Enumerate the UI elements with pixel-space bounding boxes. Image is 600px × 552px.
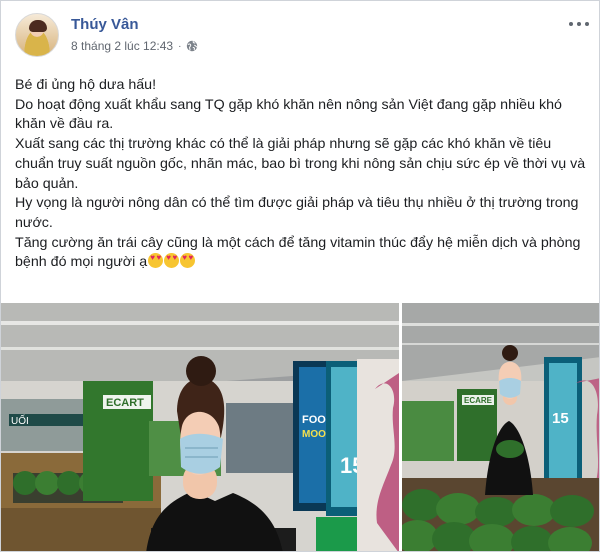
author-avatar[interactable] xyxy=(15,13,59,57)
post-line-5: Tăng cường ăn trái cây cũng là một cách … xyxy=(15,234,589,273)
post-meta: 8 tháng 2 lúc 12:43 · xyxy=(71,39,198,53)
facebook-post: Thúy Vân 8 tháng 2 lúc 12:43 · Bé đi ủng… xyxy=(0,0,600,552)
photo-left[interactable]: UỐI ECART FOOD MOOD! 15 xyxy=(1,303,399,551)
photo-right-sign-1: 15 xyxy=(552,410,569,427)
post-timestamp[interactable]: 8 tháng 2 lúc 12:43 xyxy=(71,39,173,53)
post-line-1: Bé đi ủng hộ dưa hấu! xyxy=(15,77,157,93)
meta-separator: · xyxy=(178,40,182,52)
post-line-5-text: Tăng cường ăn trái cây cũng là một cách … xyxy=(15,234,581,271)
post-line-2: Do hoạt động xuất khẩu sang TQ gặp khó k… xyxy=(15,96,562,133)
photo-right-image: ECARE 15 xyxy=(402,303,599,551)
globe-icon[interactable] xyxy=(186,40,198,52)
photo-left-sign-1: UỐI xyxy=(11,413,29,427)
author-name[interactable]: Thúy Vân xyxy=(71,16,139,33)
post-text: Bé đi ủng hộ dưa hấu! Do hoạt động xuất … xyxy=(15,76,589,273)
photo-left-sign-0: ECART xyxy=(106,397,144,409)
post-line-3: Xuất sang các thị trường khác có thể là … xyxy=(15,136,586,192)
heart-eyes-emoji xyxy=(164,253,180,269)
photo-left-image: UỐI ECART FOOD MOOD! 15 xyxy=(1,303,399,551)
post-header: Thúy Vân 8 tháng 2 lúc 12:43 · xyxy=(15,13,589,57)
more-options-icon[interactable] xyxy=(569,17,589,31)
heart-eyes-emoji xyxy=(180,253,196,269)
photo-right-sign-0: ECARE xyxy=(464,396,493,405)
post-line-4: Hy vọng là người nông dân có thể tìm đượ… xyxy=(15,195,579,231)
heart-eyes-emoji xyxy=(148,253,164,269)
photo-grid: UỐI ECART FOOD MOOD! 15 ECARE 15 xyxy=(1,303,599,551)
photo-right[interactable]: ECARE 15 xyxy=(402,303,599,551)
